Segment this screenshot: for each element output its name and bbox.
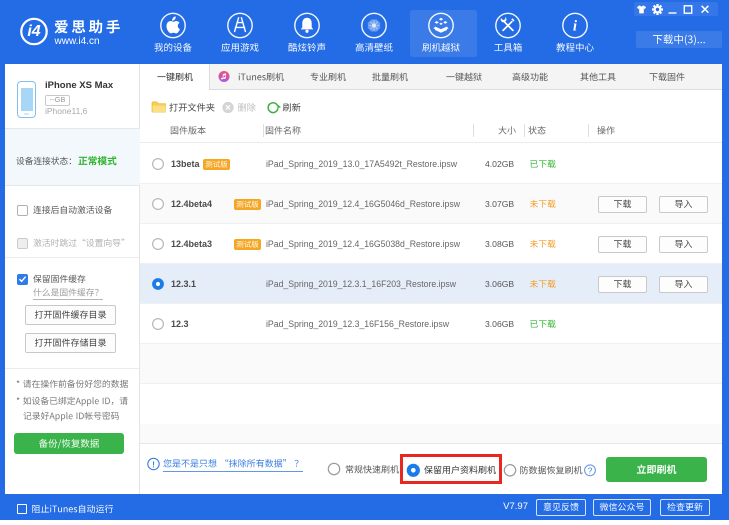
svg-text:!: ! xyxy=(152,459,155,469)
svg-text:?: ? xyxy=(588,466,593,476)
